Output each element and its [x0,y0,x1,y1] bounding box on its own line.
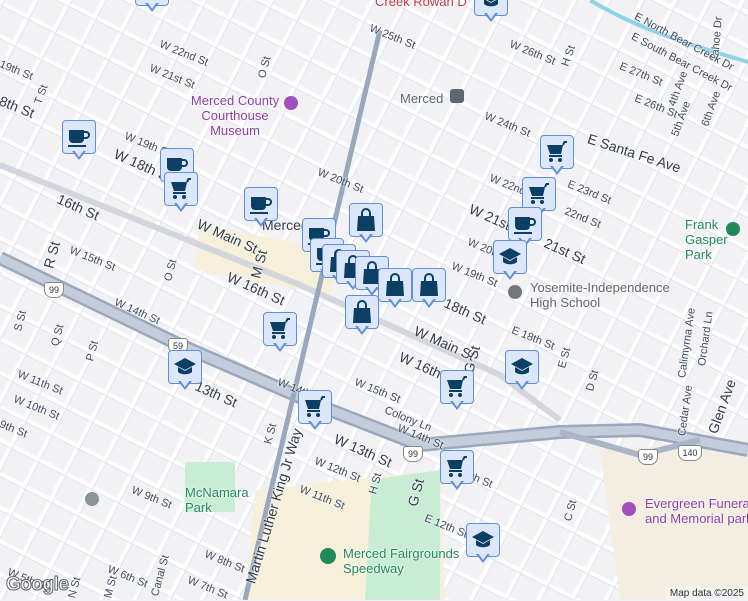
coffee-cup-icon [67,125,91,149]
shop-marker[interactable] [345,295,379,337]
shopping-bag-icon [354,208,378,232]
shopping-bag-icon [417,273,441,297]
train-station-icon[interactable] [450,89,464,103]
shop-marker[interactable] [378,268,412,310]
shopping-cart-icon [527,182,551,206]
graduation-cap-icon [510,355,534,379]
graduation-cap-icon [498,245,522,269]
highway-99-shield: 99 [638,449,658,465]
poi-fairgrounds-speedway[interactable]: Merced Fairgrounds Speedway [343,546,473,576]
map-attribution: Map data ©2025 [665,587,748,600]
grocery-marker[interactable] [540,135,574,177]
shopping-cart-icon [445,455,469,479]
grocery-marker[interactable] [298,390,332,432]
cemetery-icon[interactable] [622,502,636,516]
park-icon[interactable] [726,222,740,236]
coffee-cup-icon [513,212,537,236]
poi-high-school[interactable]: Yosemite-Independence High School [530,280,690,310]
shopping-cart-icon [445,375,469,399]
school-marker[interactable] [474,0,508,24]
poi-courthouse-museum[interactable]: Merced County Courthouse Museum [180,93,290,138]
shopping-bag-icon [350,300,374,324]
poi-mcnamara-park[interactable]: McNamara Park [185,485,249,515]
school-icon [85,492,99,506]
marker[interactable] [135,0,169,14]
grocery-marker[interactable] [164,172,198,214]
coffee-cup-icon [249,192,273,216]
stadium-icon[interactable] [320,548,336,564]
graduation-cap-icon [173,355,197,379]
poi-creek-rowan: Creek Rowan D [375,0,467,9]
school-marker[interactable] [493,240,527,282]
highway-140-shield: 140 [678,445,702,461]
graduation-cap-icon [471,528,495,552]
google-logo: Google [5,574,69,596]
shop-marker[interactable] [412,268,446,310]
school-marker[interactable] [466,523,500,565]
graduation-cap-icon [479,0,503,11]
poi-evergreen-funeral[interactable]: Evergreen Funeral and Memorial park [645,496,748,526]
shopping-bag-icon [383,273,407,297]
school-marker[interactable] [168,350,202,392]
school-icon[interactable] [508,285,522,299]
poi-label: Merced County Courthouse Museum [190,93,280,138]
school-marker[interactable] [505,350,539,392]
grocery-marker[interactable] [440,370,474,412]
grocery-marker[interactable] [263,312,297,354]
coffee-marker[interactable] [244,187,278,229]
shop-marker[interactable] [349,203,383,245]
shopping-cart-icon [268,317,292,341]
grocery-marker[interactable] [440,450,474,492]
coffee-marker[interactable] [62,120,96,162]
shopping-cart-icon [303,395,327,419]
poi-merced-station[interactable]: Merced [400,91,443,106]
shopping-cart-icon [545,140,569,164]
highway-99-shield: 99 [403,446,423,462]
museum-icon[interactable] [284,96,298,110]
shopping-cart-icon [169,177,193,201]
highway-99-shield: 99 [44,282,64,298]
